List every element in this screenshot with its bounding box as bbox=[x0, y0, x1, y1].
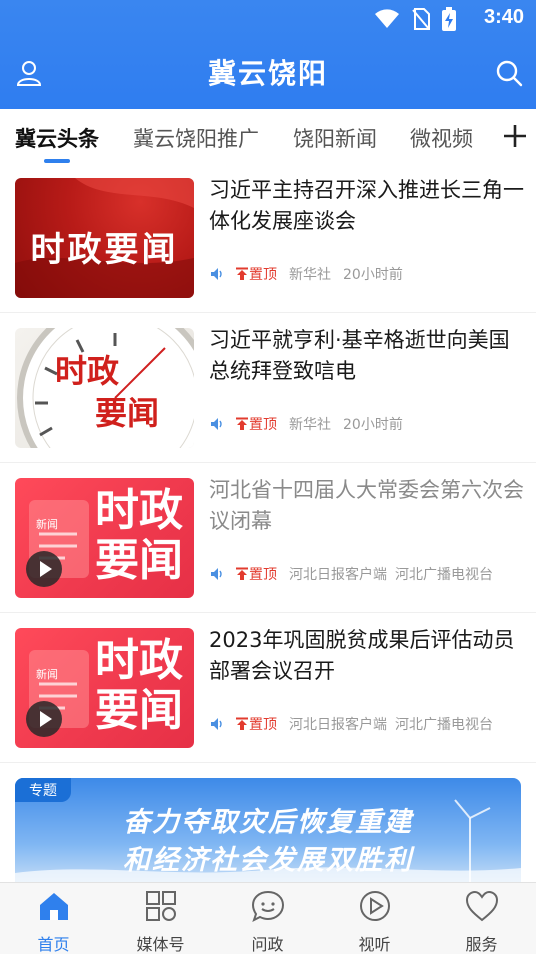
pin-top-icon bbox=[236, 567, 248, 580]
nav-label: 问政 bbox=[251, 935, 284, 954]
pin-top-icon bbox=[236, 717, 248, 730]
nav-inquiry[interactable]: 问政 bbox=[214, 883, 321, 954]
pin-label: 置顶 bbox=[249, 717, 277, 733]
nav-service[interactable]: 服务 bbox=[428, 883, 535, 954]
speaker-icon[interactable] bbox=[209, 266, 225, 282]
video-play-icon[interactable] bbox=[25, 700, 63, 738]
news-meta: 置顶 河北日报客户端 河北广播电视台 bbox=[209, 564, 493, 584]
pin-top-icon bbox=[236, 267, 248, 280]
plus-icon bbox=[504, 125, 526, 147]
pin-top-icon bbox=[236, 417, 248, 430]
banner-subheadline: 和经济社会发展双胜利 bbox=[123, 845, 413, 876]
video-play-icon[interactable] bbox=[25, 550, 63, 588]
app-header: 3:40 冀云饶阳 bbox=[0, 0, 536, 109]
app-screen: 3:40 冀云饶阳 冀云头条 冀云饶阳推广 饶阳新闻 微视频 时政要闻 习近平主… bbox=[0, 0, 536, 954]
news-thumbnail: 时政 要闻 bbox=[15, 328, 194, 448]
nav-video[interactable]: 视听 bbox=[321, 883, 428, 954]
nav-label: 服务 bbox=[465, 935, 498, 954]
speaker-icon[interactable] bbox=[209, 566, 225, 582]
thumbnail-caption: 要闻 bbox=[95, 394, 160, 432]
tab-micro-video[interactable]: 微视频 bbox=[410, 123, 473, 153]
topic-banner[interactable]: 专题 奋力夺取灾后恢复重建 和经济社会发展双胜利 bbox=[15, 778, 521, 888]
heart-icon bbox=[465, 890, 499, 922]
thumbnail-caption: 时政 bbox=[95, 635, 183, 686]
tab-promotion[interactable]: 冀云饶阳推广 bbox=[133, 123, 259, 153]
news-item[interactable]: 时政 要闻 习近平就亨利·基辛格逝世向美国总统拜登致唁电 置顶 新华社 20小时… bbox=[0, 313, 536, 463]
search-button[interactable] bbox=[494, 58, 524, 88]
pinned-badge: 置顶 bbox=[235, 714, 277, 734]
tab-headlines[interactable]: 冀云头条 bbox=[15, 123, 99, 153]
pin-label: 置顶 bbox=[249, 567, 277, 583]
pinned-badge: 置顶 bbox=[235, 414, 277, 434]
pinned-badge: 置顶 bbox=[235, 264, 277, 284]
news-title[interactable]: 习近平就亨利·基辛格逝世向美国总统拜登致唁电 bbox=[209, 325, 525, 387]
thumbnail-caption: 时政要闻 bbox=[30, 230, 179, 270]
news-meta: 置顶 河北日报客户端 河北广播电视台 bbox=[209, 714, 493, 734]
speaker-icon[interactable] bbox=[209, 716, 225, 732]
banner-tag: 专题 bbox=[15, 778, 71, 802]
news-meta: 置顶 新华社 20小时前 bbox=[209, 414, 403, 434]
thumbnail-caption: 时政 bbox=[55, 352, 120, 390]
news-thumbnail: 新闻 时政 要闻 bbox=[15, 628, 194, 748]
thumbnail-caption: 要闻 bbox=[95, 535, 183, 586]
search-icon bbox=[496, 60, 523, 87]
news-thumbnail: 新闻 时政 要闻 bbox=[15, 478, 194, 598]
news-title[interactable]: 河北省十四届人大常委会第六次会议闭幕 bbox=[209, 475, 525, 537]
news-source: 河北日报客户端 bbox=[289, 567, 387, 583]
nav-label: 视听 bbox=[358, 935, 391, 954]
news-thumbnail: 时政要闻 bbox=[15, 178, 194, 298]
thumbnail-small-caption: 新闻 bbox=[36, 668, 58, 681]
channel-tabs: 冀云头条 冀云饶阳推广 饶阳新闻 微视频 bbox=[0, 109, 536, 169]
thumbnail-caption: 要闻 bbox=[95, 685, 183, 736]
news-item[interactable]: 新闻 时政 要闻 2023年巩固脱贫成果后评估动员部署会议召开 置顶 河北日报客… bbox=[0, 613, 536, 763]
nav-home[interactable]: 首页 bbox=[0, 883, 107, 954]
grid-icon bbox=[146, 891, 176, 921]
pin-label: 置顶 bbox=[249, 417, 277, 433]
news-item[interactable]: 时政要闻 习近平主持召开深入推进长三角一体化发展座谈会 置顶 新华社 20小时前 bbox=[0, 163, 536, 313]
status-time: 3:40 bbox=[483, 6, 524, 28]
wifi-icon bbox=[375, 9, 399, 28]
news-source-secondary: 河北广播电视台 bbox=[395, 567, 493, 583]
news-source-secondary: 河北广播电视台 bbox=[395, 717, 493, 733]
pinned-badge: 置顶 bbox=[235, 564, 277, 584]
news-title[interactable]: 习近平主持召开深入推进长三角一体化发展座谈会 bbox=[209, 175, 525, 237]
no-sim-icon bbox=[412, 8, 430, 30]
play-icon bbox=[360, 891, 390, 921]
news-source: 新华社 bbox=[289, 267, 331, 283]
status-icons bbox=[374, 7, 456, 31]
bottom-navigation: 首页 媒体号 问政 视听 服务 bbox=[0, 882, 536, 954]
speaker-icon[interactable] bbox=[209, 416, 225, 432]
news-time: 20小时前 bbox=[343, 267, 403, 283]
nav-label: 媒体号 bbox=[136, 935, 185, 954]
add-channel-button[interactable] bbox=[500, 121, 530, 151]
tab-local-news[interactable]: 饶阳新闻 bbox=[293, 123, 377, 153]
news-meta: 置顶 新华社 20小时前 bbox=[209, 264, 403, 284]
news-source: 河北日报客户端 bbox=[289, 717, 387, 733]
chat-icon bbox=[251, 890, 285, 922]
thumbnail-caption: 时政 bbox=[95, 485, 183, 536]
app-title: 冀云饶阳 bbox=[207, 57, 328, 90]
pin-label: 置顶 bbox=[249, 267, 277, 283]
banner-headline: 奋力夺取灾后恢复重建 bbox=[123, 807, 413, 838]
battery-charging-icon bbox=[442, 7, 456, 31]
status-bar: 3:40 bbox=[0, 0, 536, 38]
title-bar: 冀云饶阳 bbox=[0, 38, 536, 109]
nav-media[interactable]: 媒体号 bbox=[107, 883, 214, 954]
news-title[interactable]: 2023年巩固脱贫成果后评估动员部署会议召开 bbox=[209, 625, 525, 687]
news-item[interactable]: 新闻 时政 要闻 河北省十四届人大常委会第六次会议闭幕 置顶 河北日报客户端 河… bbox=[0, 463, 536, 613]
thumbnail-small-caption: 新闻 bbox=[36, 518, 58, 531]
news-source: 新华社 bbox=[289, 417, 331, 433]
home-icon bbox=[40, 893, 68, 920]
news-time: 20小时前 bbox=[343, 417, 403, 433]
nav-label: 首页 bbox=[37, 935, 70, 954]
